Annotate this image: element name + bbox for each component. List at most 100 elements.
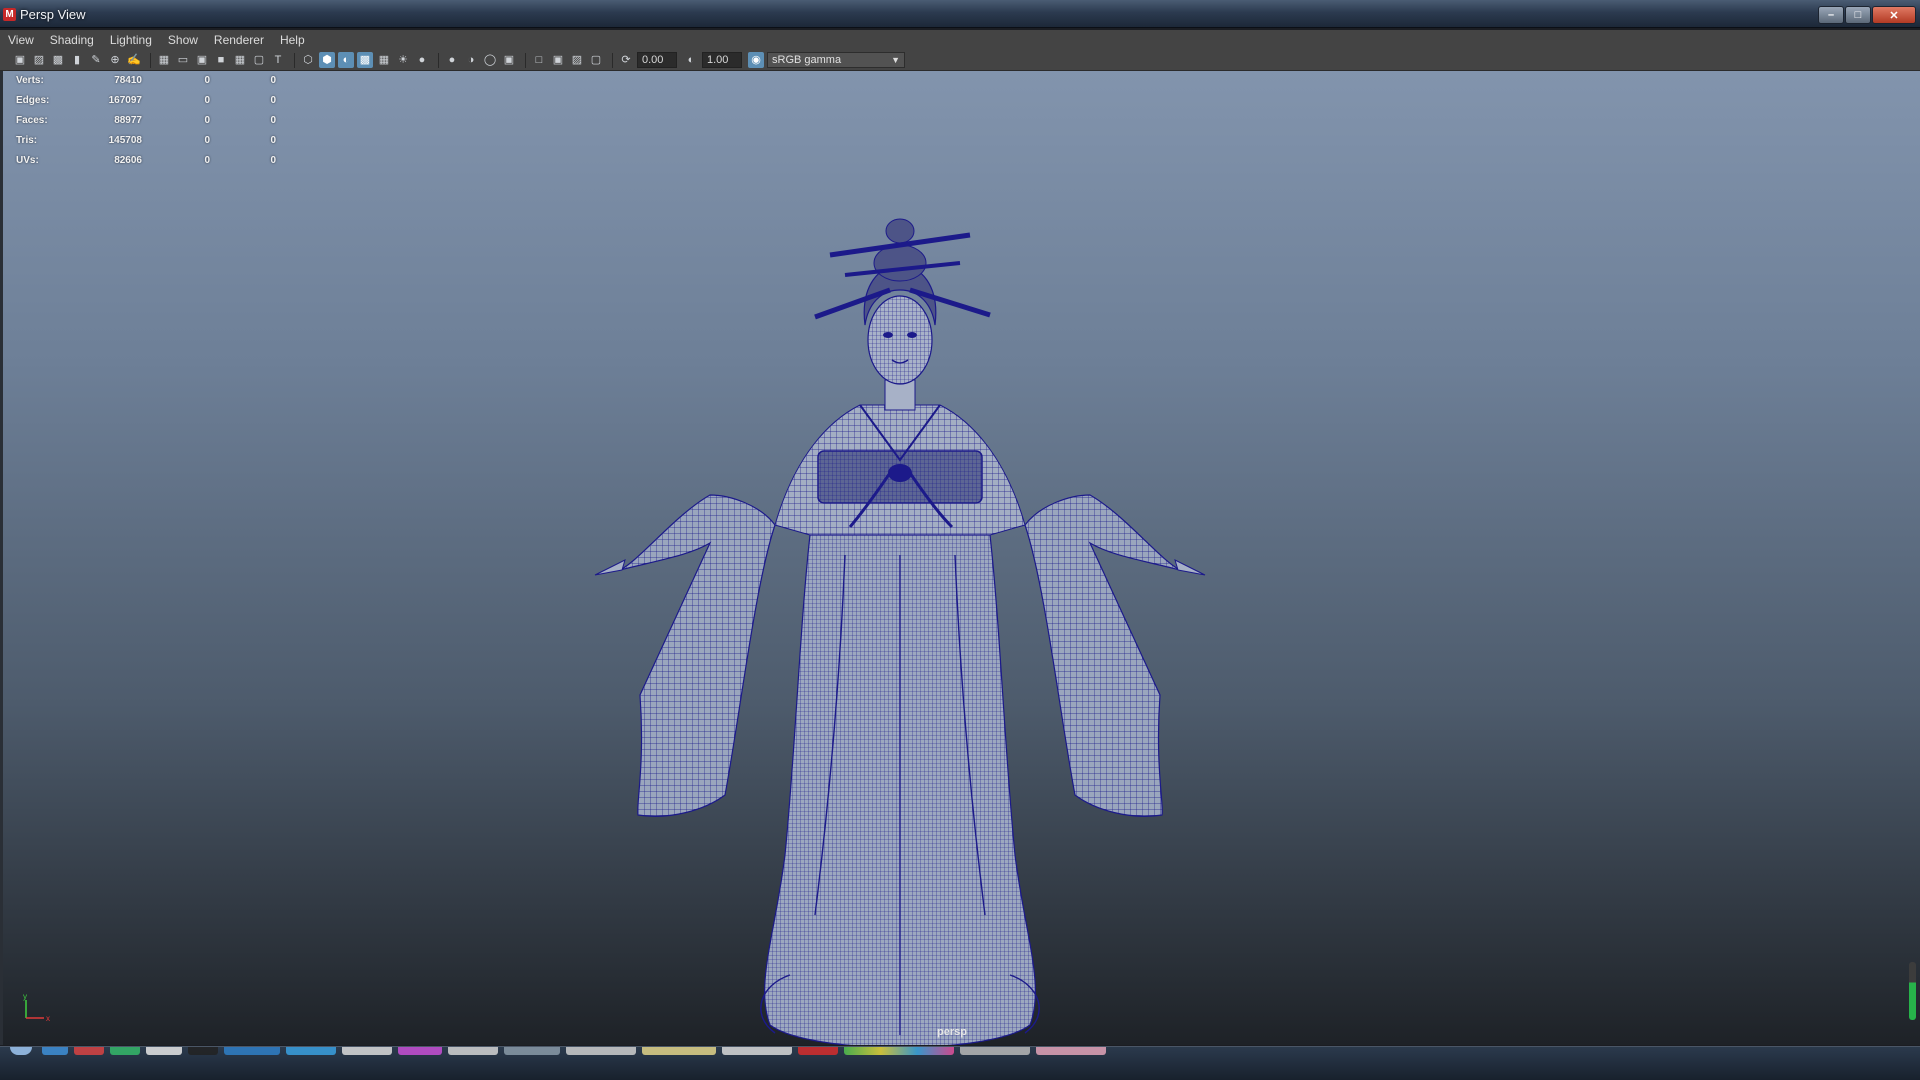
taskbar-app-icon[interactable] (42, 1047, 68, 1055)
window-controls: – □ ✕ (1818, 6, 1916, 24)
taskbar-app-icon[interactable] (448, 1047, 498, 1055)
close-icon[interactable]: ✕ (1872, 6, 1916, 24)
taskbar-app-icon[interactable] (1036, 1047, 1106, 1055)
hud-value: 78410 (114, 74, 142, 86)
axis-y-label: y (23, 992, 27, 1001)
poly-count-hud: Verts: 78410 0 0 Edges: 167097 0 0 Faces… (16, 70, 276, 170)
grid-icon[interactable]: ▦ (156, 52, 172, 68)
color-management-icon[interactable]: ◉ (748, 52, 764, 68)
taskbar-app-icon[interactable] (844, 1047, 954, 1055)
taskbar-app-icon[interactable] (566, 1047, 636, 1055)
xray-components-icon[interactable]: ▢ (588, 52, 604, 68)
hud-value: 145708 (108, 134, 142, 146)
textured-icon[interactable]: ▦ (376, 52, 392, 68)
menu-help[interactable]: Help (280, 33, 305, 47)
xray-icon[interactable]: ▣ (550, 52, 566, 68)
hud-value: 82606 (114, 154, 142, 166)
exposure-field[interactable]: 0.00 (637, 52, 677, 68)
hud-value: 167097 (108, 94, 142, 106)
chevron-down-icon: ▼ (891, 55, 900, 65)
taskbar-app-icon[interactable] (342, 1047, 392, 1055)
hud-value: 0 (270, 154, 276, 166)
panel-toolbar: ▣ ▨ ▩ ▮ ✎ ⊕ ✍ ▦ ▭ ▣ ■ ▦ ▢ T ⬡ ⬢ ◐ ▩ ▦ ☀ … (0, 50, 1920, 71)
maya-icon: M (3, 8, 16, 21)
menu-shading[interactable]: Shading (50, 33, 94, 47)
gamma-icon[interactable]: ◐ (683, 52, 699, 68)
toolbar-divider (525, 52, 526, 68)
shadows-icon[interactable]: ● (414, 52, 430, 68)
safe-action-icon[interactable]: ▢ (251, 52, 267, 68)
toolbar-divider (612, 52, 613, 68)
taskbar-app-icon[interactable] (188, 1047, 218, 1055)
taskbar-app-icon[interactable] (960, 1047, 1030, 1055)
anti-aliasing-icon[interactable]: ◯ (482, 52, 498, 68)
depth-of-field-icon[interactable]: ▣ (501, 52, 517, 68)
os-taskbar (0, 1046, 1920, 1080)
perspective-viewport[interactable] (0, 71, 1920, 1045)
motion-blur-icon[interactable]: ◑ (463, 52, 479, 68)
wireframe-on-shaded-icon[interactable]: ▩ (357, 52, 373, 68)
hud-row-uvs: UVs: 82606 0 0 (16, 150, 276, 170)
hud-value: 0 (204, 94, 210, 106)
hud-row-verts: Verts: 78410 0 0 (16, 70, 276, 90)
hud-row-tris: Tris: 145708 0 0 (16, 130, 276, 150)
smooth-shade-icon[interactable]: ⬢ (319, 52, 335, 68)
taskbar-app-icon[interactable] (224, 1047, 280, 1055)
film-gate-icon[interactable]: ▭ (175, 52, 191, 68)
isolate-select-icon[interactable]: □ (531, 52, 547, 68)
menu-renderer[interactable]: Renderer (214, 33, 264, 47)
taskbar-app-icon[interactable] (722, 1047, 792, 1055)
view-axis-icon: y x (23, 992, 50, 1023)
hud-label: Faces: (16, 114, 48, 126)
menu-lighting[interactable]: Lighting (110, 33, 152, 47)
xray-joints-icon[interactable]: ▨ (569, 52, 585, 68)
character-model (594, 218, 1206, 1045)
wireframe-icon[interactable]: ⬡ (300, 52, 316, 68)
menu-view[interactable]: View (8, 33, 34, 47)
toolbar-divider (294, 52, 295, 68)
menu-bar: View Shading Lighting Show Renderer Help (0, 30, 1920, 50)
axis-x-label: x (46, 1014, 50, 1023)
gate-mask-icon[interactable]: ■ (213, 52, 229, 68)
taskbar-app-icon[interactable] (398, 1047, 442, 1055)
window-title: Persp View (20, 7, 86, 22)
default-lighting-icon[interactable]: ◐ (338, 52, 354, 68)
maximize-icon[interactable]: □ (1845, 6, 1871, 24)
taskbar-app-icon[interactable] (642, 1047, 716, 1055)
use-all-lights-icon[interactable]: ☀ (395, 52, 411, 68)
hud-row-edges: Edges: 167097 0 0 (16, 90, 276, 110)
taskbar-app-icon[interactable] (74, 1047, 104, 1055)
minimize-icon[interactable]: – (1818, 6, 1844, 24)
select-camera-icon[interactable]: ▣ (12, 52, 28, 68)
taskbar-app-icon[interactable] (798, 1047, 838, 1055)
grease-pencil-icon[interactable]: ✎ (88, 52, 104, 68)
2d-pan-zoom-icon[interactable]: ⊕ (107, 52, 123, 68)
screen-space-ao-icon[interactable]: ● (444, 52, 460, 68)
toolbar-divider (438, 52, 439, 68)
taskbar-app-icon[interactable] (504, 1047, 560, 1055)
hud-value: 0 (204, 74, 210, 86)
pencil-icon[interactable]: ✍ (126, 52, 142, 68)
exposure-icon[interactable]: ⟳ (618, 52, 634, 68)
hud-label: Edges: (16, 94, 50, 106)
gamma-field[interactable]: 1.00 (702, 52, 742, 68)
bookmark-icon[interactable]: ▩ (50, 52, 66, 68)
resolution-gate-icon[interactable]: ▣ (194, 52, 210, 68)
hud-value: 0 (204, 134, 210, 146)
view-transform-select[interactable]: sRGB gamma ▼ (767, 52, 905, 68)
camera-attributes-icon[interactable]: ▨ (31, 52, 47, 68)
toolbar-divider (150, 52, 151, 68)
hud-value: 0 (270, 114, 276, 126)
start-button-icon[interactable] (10, 1047, 32, 1055)
hud-label: UVs: (16, 154, 39, 166)
taskbar-app-icon[interactable] (146, 1047, 182, 1055)
image-plane-icon[interactable]: ▮ (69, 52, 85, 68)
hud-value: 0 (270, 134, 276, 146)
menu-show[interactable]: Show (168, 33, 198, 47)
taskbar-app-icon[interactable] (286, 1047, 336, 1055)
safe-title-icon[interactable]: T (270, 52, 286, 68)
field-chart-icon[interactable]: ▦ (232, 52, 248, 68)
camera-name-label: persp (937, 1026, 967, 1038)
viewport-scroll-indicator[interactable] (1909, 962, 1916, 1020)
taskbar-app-icon[interactable] (110, 1047, 140, 1055)
